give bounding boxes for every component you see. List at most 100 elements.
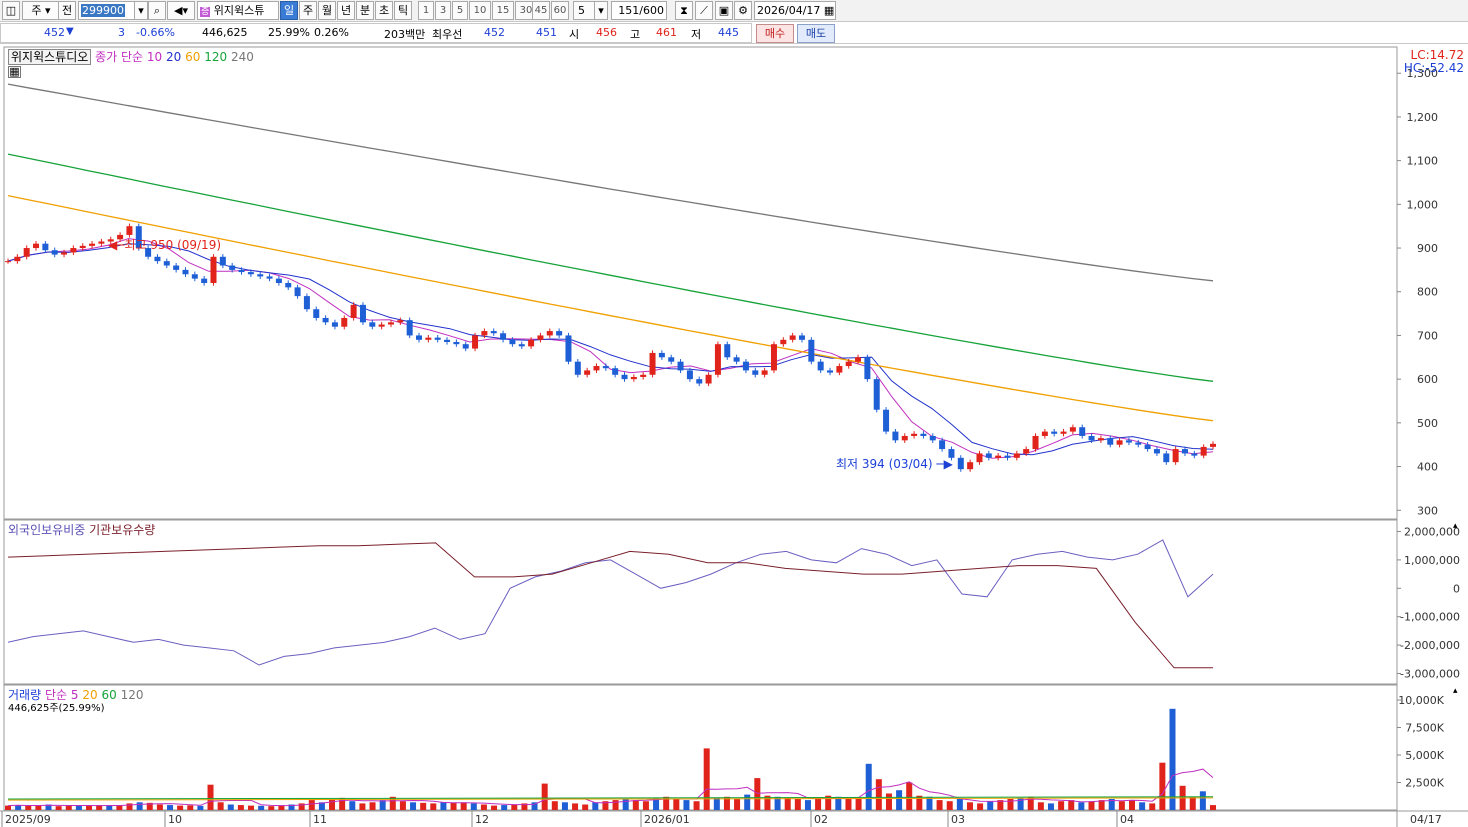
candle-body	[1079, 427, 1086, 436]
volume-bar	[1047, 803, 1054, 810]
ma-legend-10[interactable]: 10	[147, 50, 162, 64]
candle-body	[500, 333, 507, 340]
volume-bar	[329, 799, 336, 810]
chevron-down-icon: ▾	[45, 4, 51, 17]
candle-body	[1097, 438, 1104, 441]
panel-expand-icon[interactable]: ▴	[1453, 521, 1458, 531]
stock-name-field[interactable]: 증 위지윅스튜	[197, 1, 279, 20]
ma-legend-60[interactable]: 60	[185, 50, 200, 64]
count-dropdown-icon[interactable]: ▾	[594, 1, 608, 20]
candle-body	[275, 278, 282, 283]
period-all-button[interactable]: 전	[58, 1, 76, 20]
price-legend: 위지윅스튜디오 종가 단순 10 20 60 120 240	[8, 48, 254, 65]
stock-label[interactable]: 위지윅스튜디오	[8, 49, 92, 65]
interval-15[interactable]: 15	[492, 1, 514, 20]
volume-expand-icon[interactable]: ▴	[1453, 686, 1458, 696]
draw-tool-icon[interactable]: ⟋	[695, 1, 713, 20]
margin-badge: 증	[200, 7, 211, 17]
candle-body	[1004, 455, 1011, 458]
candle-body	[416, 335, 423, 340]
volume-bar	[116, 805, 123, 810]
tab-second[interactable]: 초	[375, 1, 393, 20]
candle-body	[1210, 443, 1216, 447]
high-note: 최고 950 (09/19)	[124, 238, 222, 252]
buy-button[interactable]: 매수	[756, 24, 794, 43]
volume-bar	[642, 801, 649, 810]
interval-45[interactable]: 45	[532, 1, 550, 20]
interval-10[interactable]: 10	[469, 1, 491, 20]
tab-day[interactable]: 일	[280, 1, 298, 20]
gear-icon[interactable]: ⚙	[734, 1, 752, 20]
search-icon[interactable]: ⌕	[148, 1, 166, 20]
volume-current: 446,625주(25.99%)	[8, 703, 105, 714]
vol-ma-120[interactable]: 120	[121, 688, 144, 702]
volume-bar	[430, 803, 437, 810]
interval-1[interactable]: 1	[418, 1, 434, 20]
ma-legend-120[interactable]: 120	[204, 50, 227, 64]
volume-bar	[1058, 801, 1065, 810]
holding-tick-label: -3,000,000	[1400, 667, 1460, 680]
inst-legend[interactable]: 기관보유수량	[89, 523, 155, 537]
candle-body	[995, 455, 1002, 458]
candle-body	[1144, 444, 1151, 450]
x-last-date: 04/17	[1410, 813, 1442, 826]
candle-body	[565, 335, 572, 362]
candle-body	[294, 287, 301, 297]
candle-body	[42, 243, 49, 251]
candle-type-icon[interactable]: ⧗	[675, 1, 693, 20]
date-field[interactable]: 2026/04/17 ▦	[754, 1, 836, 20]
foreign-legend[interactable]: 외국인보유비중	[8, 523, 85, 537]
candle-body	[397, 320, 404, 323]
volume-tick-label: 7,500K	[1405, 722, 1444, 735]
tab-year[interactable]: 년	[337, 1, 355, 20]
candle-body	[724, 344, 731, 358]
tab-week[interactable]: 주	[299, 1, 317, 20]
best-ask: 452	[484, 26, 505, 39]
holding-tick-label: -2,000,000	[1400, 639, 1460, 652]
volume-bar	[987, 801, 994, 810]
interval-3[interactable]: 3	[435, 1, 451, 20]
volume-bar	[1088, 801, 1095, 810]
chart-canvas[interactable]: 3004005006007008009001,0001,1001,2001,30…	[0, 45, 1468, 827]
ma-legend-240[interactable]: 240	[231, 50, 254, 64]
best-label: 최우선	[432, 28, 463, 41]
candle-body	[70, 248, 77, 253]
holding-panel-frame	[3, 519, 1398, 685]
volume-bar	[582, 804, 589, 810]
candle-body	[359, 304, 366, 323]
interval-60[interactable]: 60	[551, 1, 569, 20]
best-bid: 451	[536, 26, 557, 39]
grid-toggle-icon[interactable]: ▦	[8, 66, 21, 78]
tab-tick[interactable]: 틱	[394, 1, 412, 20]
volume-bar	[572, 803, 579, 810]
volume-bar	[784, 797, 791, 810]
volume-tick-label: 10,000K	[1398, 694, 1444, 707]
save-icon[interactable]: ▣	[715, 1, 733, 20]
volume-bar	[349, 801, 356, 810]
volume-bar	[420, 802, 427, 810]
sound-icon[interactable]: ◀▾	[167, 1, 195, 20]
price-change: 3	[118, 26, 125, 39]
ma-legend-20[interactable]: 20	[166, 50, 181, 64]
volume-bar	[693, 801, 700, 810]
tab-minute[interactable]: 분	[356, 1, 374, 20]
toolbar: ◫ 주 ▾ 전 299900 ▾ ⌕ ◀▾ 증 위지윅스튜 일 주 월 년 분 …	[0, 0, 1468, 22]
lc-value: LC:14.72	[1410, 48, 1464, 62]
page-counter[interactable]: 151/600	[611, 1, 667, 20]
volume-bar	[450, 802, 457, 810]
period-type-select[interactable]: 주 ▾	[22, 1, 60, 20]
candle-body	[1032, 435, 1039, 450]
candle-body	[976, 453, 983, 463]
volume-bar	[551, 801, 558, 810]
tab-month[interactable]: 월	[318, 1, 336, 20]
volume-bar	[744, 794, 751, 810]
chart-menu-icon[interactable]: ◫	[2, 1, 20, 20]
candle-body	[1023, 449, 1030, 454]
x-tick-label: 2025/09	[5, 813, 51, 826]
candle-body	[686, 370, 693, 380]
sell-button[interactable]: 매도	[797, 24, 835, 43]
volume-bar	[167, 805, 174, 810]
candle-body	[490, 331, 497, 334]
code-dropdown-icon[interactable]: ▾	[134, 1, 148, 20]
interval-5[interactable]: 5	[452, 1, 468, 20]
